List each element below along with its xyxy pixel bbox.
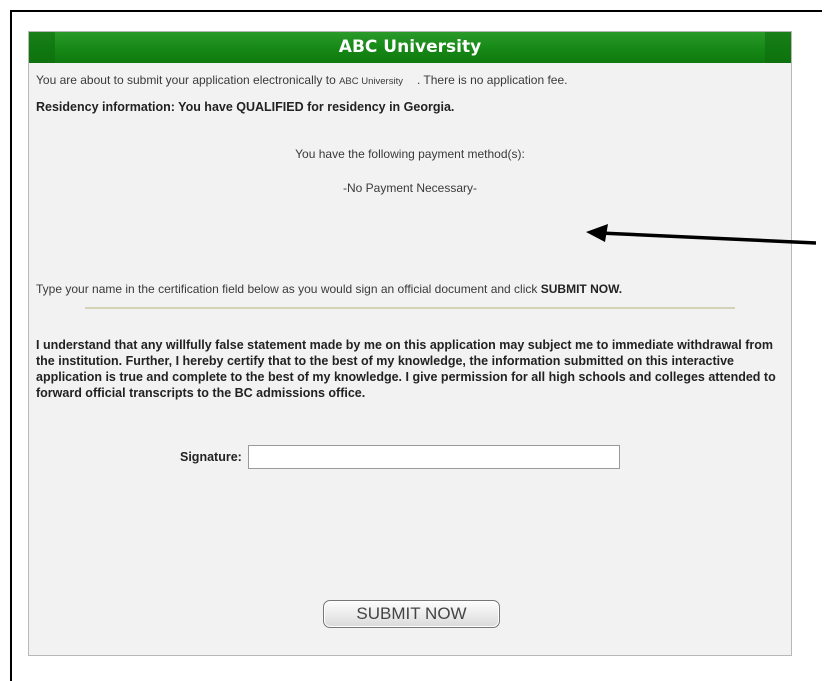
certification-instruction-text: Type your name in the certification fiel… (36, 282, 541, 296)
residency-info: Residency information: You have QUALIFIE… (36, 100, 455, 114)
certification-instruction-bold: SUBMIT NOW. (540, 282, 623, 296)
payment-heading: You have the following payment method(s)… (295, 147, 525, 161)
signature-row: Signature: (36, 445, 784, 471)
annotation-arrow-icon (586, 224, 816, 245)
signature-label: Signature: (180, 450, 242, 464)
content: You are about to submit your application… (29, 73, 791, 471)
header-left-cap (29, 32, 55, 63)
intro-university: ABC University (339, 76, 403, 87)
intro-text: You are about to submit your application… (36, 73, 784, 87)
page-title: ABC University (338, 37, 482, 57)
page-header: ABC University (29, 32, 791, 63)
intro-after: . There is no application fee. (416, 73, 568, 87)
legal-statement: I understand that any willfully false st… (36, 338, 776, 400)
payment-method: -No Payment Necessary- (342, 181, 478, 195)
divider (85, 307, 735, 309)
signature-input[interactable] (248, 445, 620, 469)
submit-now-button[interactable]: SUBMIT NOW (323, 600, 500, 628)
application-panel: ABC University You are about to submit y… (28, 31, 792, 656)
header-right-cap (765, 32, 791, 63)
certification-instruction: Type your name in the certification fiel… (36, 281, 784, 297)
intro-before: You are about to submit your application… (36, 73, 340, 87)
